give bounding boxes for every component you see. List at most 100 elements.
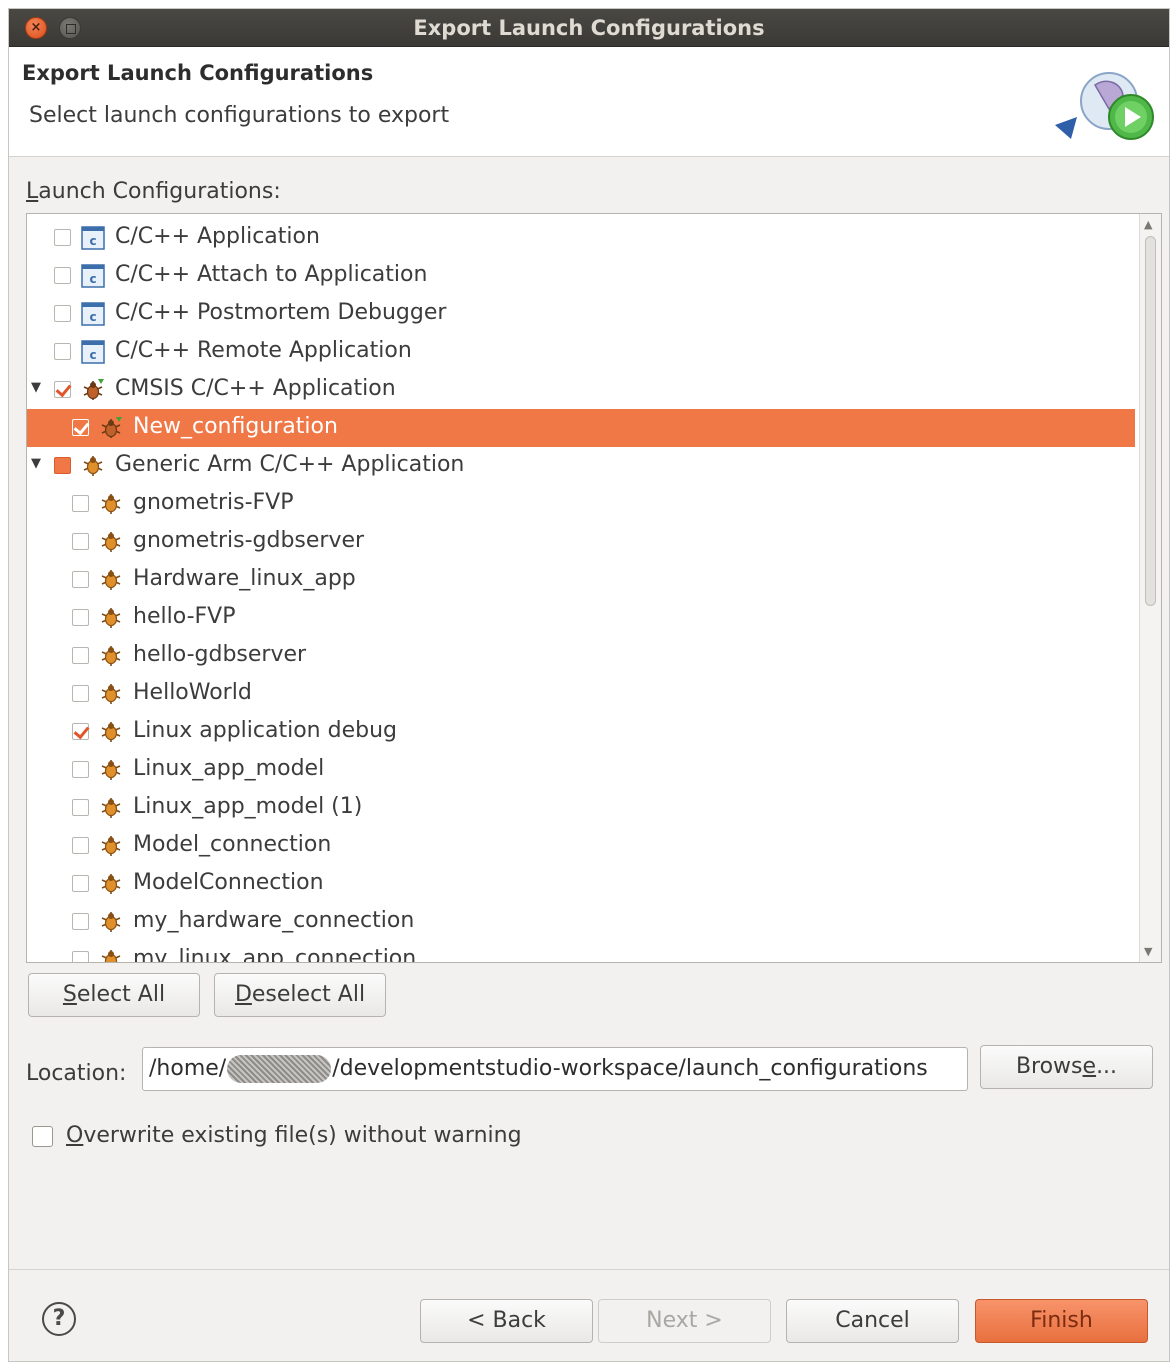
finish-button[interactable]: Finish [975,1299,1148,1343]
tree-row-label: C/C++ Remote Application [115,338,412,363]
tree-row-checkbox[interactable] [54,229,71,246]
tree-row-label: HelloWorld [133,680,252,705]
tree-row-label: New_configuration [133,414,338,439]
tree-row-checkbox[interactable] [54,305,71,322]
c-app-icon: c [81,264,105,288]
tree-row-label: Model_connection [133,832,332,857]
tree-row-checkbox[interactable] [72,799,89,816]
tree-row[interactable]: c C/C++ Attach to Application [27,257,1135,295]
tree-row-label: my_hardware_connection [133,908,415,933]
tree-row-label: gnometris-FVP [133,490,294,515]
bug-icon [99,644,123,668]
tree-row[interactable]: New_configuration [27,409,1135,447]
tree-row-label: my_linux_app_connection [133,946,417,963]
vertical-scrollbar[interactable]: ▲ ▼ [1139,214,1161,962]
tree-row-label: Hardware_linux_app [133,566,356,591]
back-button[interactable]: < Back [420,1299,593,1343]
launch-configurations-label: Launch Configurations: [26,179,281,204]
tree-row-checkbox[interactable] [72,609,89,626]
tree-row[interactable]: my_linux_app_connection [27,941,1135,963]
tree-row[interactable]: my_hardware_connection [27,903,1135,941]
export-wizard-icon [1055,72,1154,140]
tree-row[interactable]: Linux_app_model [27,751,1135,789]
c-app-icon: c [81,340,105,364]
bug-icon [99,834,123,858]
tree-row[interactable]: HelloWorld [27,675,1135,713]
cancel-button[interactable]: Cancel [786,1299,959,1343]
tree-row-checkbox[interactable] [72,495,89,512]
tree-row[interactable]: ModelConnection [27,865,1135,903]
tree-row-checkbox[interactable] [72,875,89,892]
scroll-up-icon[interactable]: ▲ [1144,218,1152,231]
svg-text:c: c [89,234,96,248]
bug-icon [99,796,123,820]
bug-icon [99,948,123,962]
tree-row-checkbox[interactable] [72,913,89,930]
page-title: Export Launch Configurations [22,61,374,85]
bug-icon [99,492,123,516]
tree-row-checkbox[interactable] [54,267,71,284]
c-app-icon: c [81,226,105,250]
tree-row[interactable]: Hardware_linux_app [27,561,1135,599]
bug-icon [99,606,123,630]
bug-icon [99,872,123,896]
tree-row-checkbox[interactable] [72,951,89,962]
browse-button[interactable]: Browse... [980,1045,1153,1089]
tree-row-checkbox[interactable] [72,685,89,702]
tree-row[interactable]: c C/C++ Application [27,219,1135,257]
overwrite-label[interactable]: Overwrite existing file(s) without warni… [66,1123,522,1148]
tree-row[interactable]: gnometris-FVP [27,485,1135,523]
tree-row-checkbox[interactable] [72,837,89,854]
redacted-username [227,1055,332,1083]
expander-icon[interactable]: ▼ [31,456,41,471]
tree-row-label: hello-FVP [133,604,236,629]
tree-row[interactable]: hello-gdbserver [27,637,1135,675]
scroll-down-icon[interactable]: ▼ [1144,945,1152,958]
select-all-button[interactable]: Select All [28,973,200,1017]
tree-row-label: CMSIS C/C++ Application [115,376,396,401]
window-title: Export Launch Configurations [413,16,765,40]
overwrite-checkbox[interactable] [32,1126,53,1147]
tree-row[interactable]: gnometris-gdbserver [27,523,1135,561]
svg-text:c: c [89,310,96,324]
bug-icon [99,910,123,934]
next-button[interactable]: Next > [598,1299,771,1343]
location-field[interactable]: /home/ /developmentstudio-workspace/launc… [142,1047,968,1091]
tree-row-checkbox[interactable] [72,761,89,778]
tree-list: c C/C++ Application c C/C++ Attach to Appli… [27,219,1135,963]
deselect-all-button[interactable]: Deselect All [214,973,386,1017]
tree-row[interactable]: c C/C++ Remote Application [27,333,1135,371]
tree-row-label: C/C++ Postmortem Debugger [115,300,447,325]
expander-icon[interactable]: ▼ [31,380,41,395]
tree-row-checkbox[interactable] [72,647,89,664]
tree-row-checkbox[interactable] [72,571,89,588]
tree-row-checkbox[interactable] [54,381,71,398]
export-dialog: × Export Launch Configurations Export La… [8,8,1170,1362]
tree-row[interactable]: ▼ CMSIS C/C++ Application [27,371,1135,409]
tree-row[interactable]: Linux application debug [27,713,1135,751]
tree-row-checkbox[interactable] [72,533,89,550]
location-path-suffix: /developmentstudio-workspace/launch_conf… [332,1056,928,1081]
tree-row[interactable]: ▼ Generic Arm C/C++ Application [27,447,1135,485]
tree-row-checkbox[interactable] [72,723,89,740]
tree-row[interactable]: Model_connection [27,827,1135,865]
bug-icon [99,682,123,706]
c-app-icon: c [81,302,105,326]
launch-configurations-tree[interactable]: c C/C++ Application c C/C++ Attach to Appli… [26,213,1162,963]
tree-row[interactable]: c C/C++ Postmortem Debugger [27,295,1135,333]
tree-row[interactable]: hello-FVP [27,599,1135,637]
title-bar: × Export Launch Configurations [9,9,1169,47]
tree-row[interactable]: Linux_app_model (1) [27,789,1135,827]
help-icon[interactable]: ? [42,1302,76,1336]
tree-row-label: ModelConnection [133,870,324,895]
bug-icon [99,720,123,744]
scrollbar-thumb[interactable] [1145,236,1156,606]
tree-row-checkbox[interactable] [72,419,89,436]
tree-row-label: Linux_app_model [133,756,325,781]
bug-icon [99,530,123,554]
tree-row-checkbox[interactable] [54,457,71,474]
location-path-prefix: /home/ [149,1056,227,1081]
tree-row-checkbox[interactable] [54,343,71,360]
bug-icon [81,454,105,478]
wizard-header: Export Launch Configurations Select laun… [9,47,1169,157]
